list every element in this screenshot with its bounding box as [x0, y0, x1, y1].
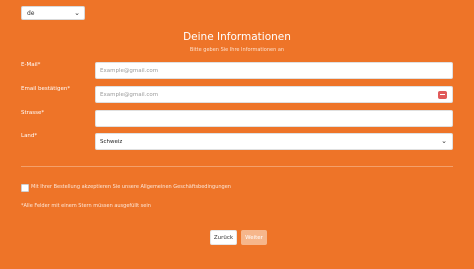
- password-manager-icon[interactable]: [438, 91, 447, 99]
- page-title: Deine Informationen: [183, 31, 291, 43]
- page-subtitle: Bitte geben Sie Ihre Informationen an: [189, 47, 285, 53]
- email-placeholder: Example@gmail.com: [100, 67, 159, 74]
- email-confirm-placeholder: Example@gmail.com: [100, 91, 159, 98]
- language-select-value: de: [27, 9, 35, 17]
- email-field[interactable]: Example@gmail.com: [95, 62, 453, 79]
- required-fields-note: *Alle Felder mit einem Stern müssen ausg…: [21, 203, 151, 209]
- back-button[interactable]: Zurück: [210, 230, 237, 245]
- chevron-down-icon: ⌄: [441, 137, 447, 145]
- country-select[interactable]: Schweiz ⌄: [95, 133, 453, 150]
- terms-label: Mit Ihrer Bestellung akzeptieren Sie uns…: [31, 184, 231, 190]
- email-label: E-Mail*: [21, 62, 41, 68]
- country-label: Land*: [21, 133, 38, 139]
- street-field[interactable]: [95, 110, 453, 127]
- email-confirm-field[interactable]: Example@gmail.com: [95, 86, 453, 103]
- divider: [21, 166, 453, 167]
- country-select-value: Schweiz: [100, 138, 123, 145]
- chevron-down-icon: ⌄: [74, 9, 80, 17]
- next-button[interactable]: Weiter: [241, 230, 267, 245]
- terms-checkbox[interactable]: [21, 184, 29, 192]
- email-confirm-label: Email bestätigen*: [21, 86, 71, 92]
- language-select[interactable]: de ⌄: [21, 6, 85, 20]
- street-label: Strasse*: [21, 110, 45, 116]
